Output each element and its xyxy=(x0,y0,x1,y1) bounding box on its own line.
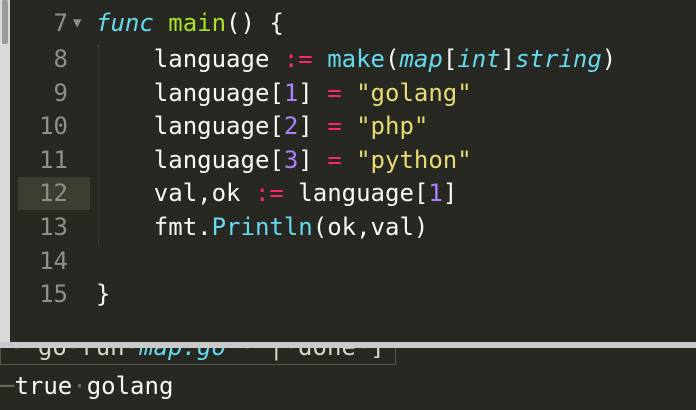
command-bracket: ] xyxy=(370,348,384,361)
code-line-13[interactable]: 13 fmt.Println(ok,val) xyxy=(0,211,696,244)
code-editor[interactable]: 7 ▼ func main() { 8 language := make(map… xyxy=(0,0,696,342)
command-status: done xyxy=(298,348,356,361)
output-word: true xyxy=(14,372,73,400)
command-pipe: | xyxy=(269,348,283,361)
line-number: 7 xyxy=(53,9,68,37)
code-text: language[1] = "golang" xyxy=(96,79,472,107)
code-line-7[interactable]: 7 ▼ func main() { xyxy=(0,7,696,40)
code-text: fmt.Println(ok,val) xyxy=(96,213,429,241)
code-line-8[interactable]: 8 language := make(map[int]string) xyxy=(0,43,696,76)
line-number: 8 xyxy=(53,45,68,73)
line-number: 15 xyxy=(39,280,68,308)
line-number: 11 xyxy=(39,146,68,174)
command-word: go xyxy=(38,348,67,361)
build-output-panel[interactable]: · go·run·map.go · |·done·] ─true·golang xyxy=(0,348,696,410)
code-line-11[interactable]: 11 language[3] = "python" xyxy=(0,144,696,177)
program-output-line: ─true·golang xyxy=(0,372,174,400)
code-text: func main() { xyxy=(96,9,284,37)
code-line-14[interactable]: 14 xyxy=(0,245,696,278)
code-text: val,ok := language[1] xyxy=(96,179,458,207)
code-text: language[3] = "python" xyxy=(96,146,472,174)
code-line-9[interactable]: 9 language[1] = "golang" xyxy=(0,77,696,110)
line-number: 9 xyxy=(53,79,68,107)
command-file: map.go xyxy=(139,348,226,361)
line-number: 12 xyxy=(39,179,68,207)
code-text: language[2] = "php" xyxy=(96,112,429,140)
code-line-12[interactable]: 12 val,ok := language[1] xyxy=(0,177,696,210)
build-command-line: · go·run·map.go · |·done·] xyxy=(0,348,396,365)
command-word: run xyxy=(81,348,124,361)
line-number: 14 xyxy=(39,247,68,275)
line-number: 13 xyxy=(39,213,68,241)
output-word: golang xyxy=(86,372,174,400)
triangle-down-icon[interactable]: ▼ xyxy=(73,7,81,40)
code-text: } xyxy=(96,280,111,308)
line-number: 10 xyxy=(39,112,68,140)
code-line-10[interactable]: 10 language[2] = "php" xyxy=(0,110,696,143)
code-text: language := make(map[int]string) xyxy=(96,45,617,73)
code-line-15[interactable]: 15 } xyxy=(0,278,696,311)
